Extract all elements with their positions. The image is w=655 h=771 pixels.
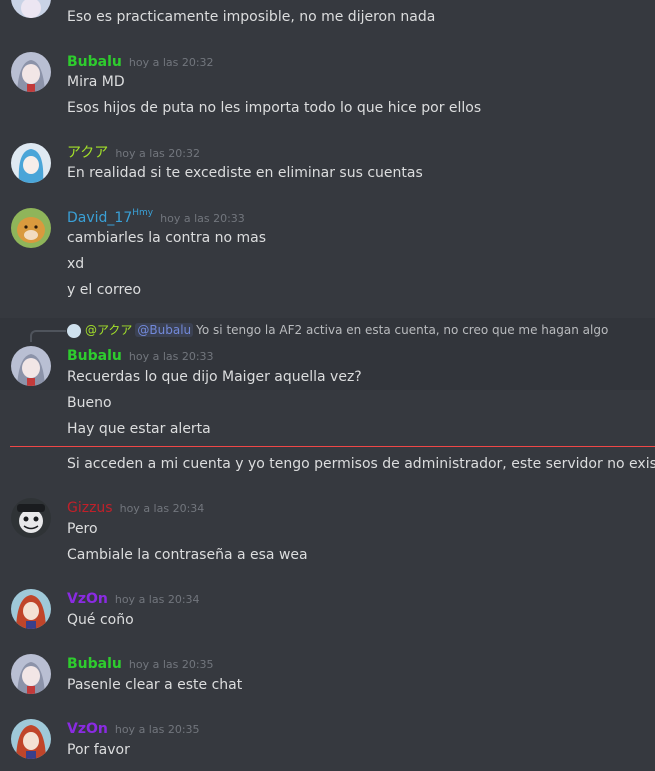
message-text: Qué coño bbox=[67, 612, 134, 628]
avatar[interactable] bbox=[11, 498, 51, 538]
message-text: Mira MD bbox=[67, 74, 125, 90]
reply-mention[interactable]: @Bubalu bbox=[135, 323, 194, 337]
reply-connector bbox=[30, 330, 66, 342]
username[interactable]: VzOn bbox=[67, 591, 108, 607]
message-header: Bubalu hoy a las 20:32 bbox=[67, 52, 214, 72]
username[interactable]: アクア bbox=[67, 145, 108, 161]
message-header: Bubalu hoy a las 20:33 bbox=[67, 346, 214, 366]
message-text: Bueno bbox=[67, 395, 112, 411]
message-header: VzOn hoy a las 20:35 bbox=[67, 719, 200, 739]
message-text: Recuerdas lo que dijo Maiger aquella vez… bbox=[67, 369, 362, 385]
message-header: David_17Hmy hoy a las 20:33 bbox=[67, 208, 245, 228]
timestamp: hoy a las 20:32 bbox=[115, 147, 200, 160]
message-text: Esos hijos de puta no les importa todo l… bbox=[67, 100, 482, 116]
message-header: Bubalu hoy a las 20:35 bbox=[67, 654, 214, 674]
message-text: Cambiale la contraseña a esa wea bbox=[67, 547, 308, 563]
username[interactable]: Bubalu bbox=[67, 656, 122, 672]
message-header: アクア hoy a las 20:32 bbox=[67, 143, 200, 163]
timestamp: hoy a las 20:33 bbox=[128, 350, 214, 363]
reply-text: Yo si tengo la AF2 activa en esta cuenta… bbox=[196, 323, 609, 337]
timestamp: hoy a las 20:34 bbox=[119, 502, 205, 515]
message-header: VzOn hoy a las 20:34 bbox=[67, 589, 200, 609]
message-text: En realidad si te excediste en eliminar … bbox=[67, 165, 423, 181]
avatar[interactable] bbox=[11, 589, 51, 629]
message-text: xd bbox=[67, 256, 85, 272]
timestamp: hoy a las 20:32 bbox=[128, 56, 214, 69]
username[interactable]: Gizzus bbox=[67, 500, 113, 516]
message-text: Pasenle clear a este chat bbox=[67, 677, 243, 693]
message-text: cambiarles la contra no mas bbox=[67, 230, 267, 246]
avatar[interactable] bbox=[11, 52, 51, 92]
reply-username[interactable]: @アクア bbox=[85, 323, 132, 337]
reply-avatar bbox=[67, 323, 81, 338]
avatar[interactable] bbox=[11, 208, 51, 248]
timestamp: hoy a las 20:35 bbox=[128, 658, 214, 671]
username[interactable]: VzOn bbox=[67, 721, 108, 737]
user-tag: Hmy bbox=[132, 208, 154, 218]
timestamp: hoy a las 20:33 bbox=[160, 212, 245, 225]
avatar[interactable] bbox=[11, 654, 51, 694]
message-text: Hay que estar alerta bbox=[67, 421, 211, 437]
reply-preview[interactable]: @アクア @Bubalu Yo si tengo la AF2 activa en … bbox=[67, 322, 608, 338]
username[interactable]: David_17 bbox=[67, 210, 132, 226]
message-text: Por favor bbox=[67, 742, 130, 758]
message-text: Pero bbox=[67, 521, 98, 537]
avatar[interactable] bbox=[11, 346, 51, 386]
timestamp: hoy a las 20:35 bbox=[114, 723, 200, 736]
chat-messages: Eso es practicamente imposible, no me di… bbox=[0, 0, 655, 771]
message-text: Eso es practicamente imposible, no me di… bbox=[67, 9, 436, 25]
username[interactable]: Bubalu bbox=[67, 54, 122, 70]
avatar[interactable] bbox=[11, 0, 51, 18]
message-text: Si acceden a mi cuenta y yo tengo permis… bbox=[67, 456, 655, 472]
avatar[interactable] bbox=[11, 719, 51, 759]
message-text: y el correo bbox=[67, 282, 142, 298]
message-header: Gizzus hoy a las 20:34 bbox=[67, 498, 204, 518]
timestamp: hoy a las 20:34 bbox=[114, 593, 200, 606]
username[interactable]: Bubalu bbox=[67, 348, 122, 364]
new-messages-divider bbox=[10, 446, 655, 447]
avatar[interactable] bbox=[11, 143, 51, 183]
